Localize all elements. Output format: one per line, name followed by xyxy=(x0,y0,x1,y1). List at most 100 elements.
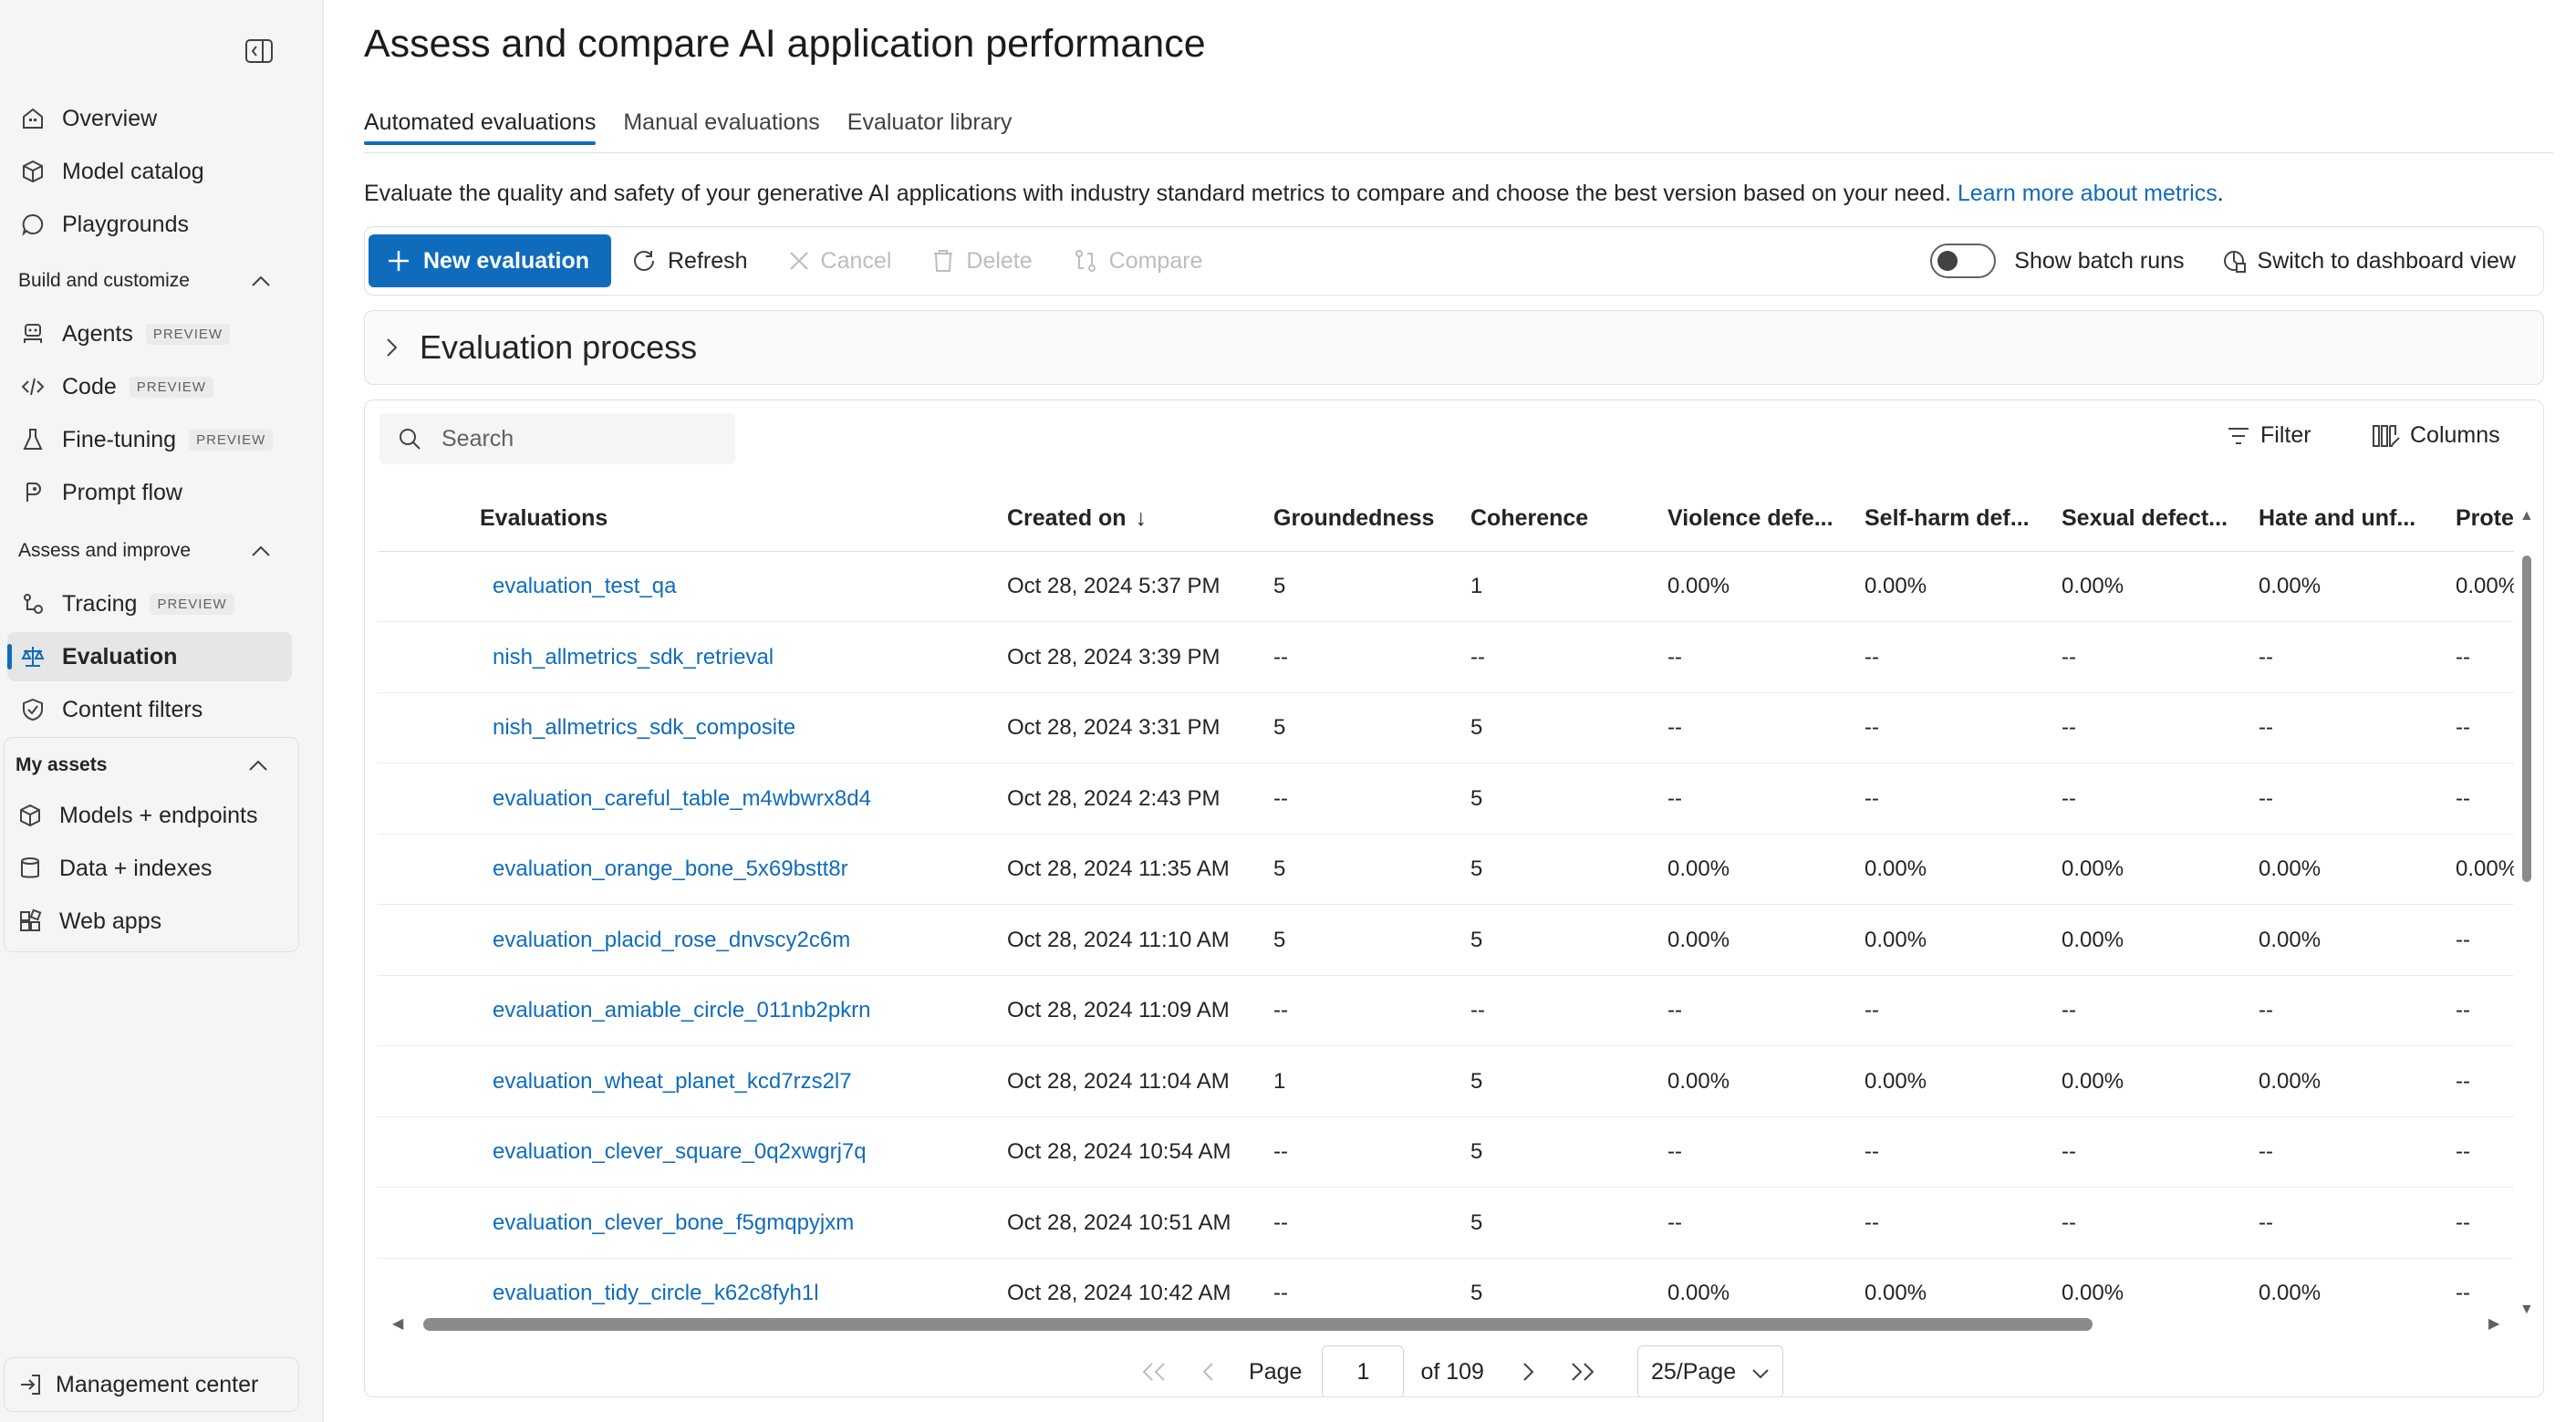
delete-button[interactable]: Delete xyxy=(911,234,1052,287)
cell-evaluation-name[interactable]: evaluation_clever_bone_f5gmqpyjxm xyxy=(480,1210,1007,1236)
sidebar-item-code[interactable]: Code PREVIEW xyxy=(7,362,292,411)
chevron-up-icon[interactable] xyxy=(248,268,274,294)
table-row[interactable]: evaluation_wheat_planet_kcd7rzs2l7 Oct 28… xyxy=(378,1047,2514,1117)
column-header-sexual[interactable]: Sexual defect... xyxy=(2062,505,2259,532)
cell-protected: -- xyxy=(2456,715,2470,740)
sidebar-item-label: Content filters xyxy=(62,696,203,722)
columns-button[interactable]: Columns xyxy=(2372,422,2500,449)
cell-evaluation-name[interactable]: nish_allmetrics_sdk_retrieval xyxy=(480,645,1007,670)
cell-coherence: 5 xyxy=(1470,1139,1483,1164)
filter-button[interactable]: Filter xyxy=(2226,422,2311,449)
page-number-input[interactable]: 1 xyxy=(1322,1345,1405,1396)
sidebar-item-overview[interactable]: Overview xyxy=(7,94,292,143)
cell-evaluation-name[interactable]: evaluation_tidy_circle_k62c8fyh1l xyxy=(480,1281,1007,1306)
sidebar-item-label: Code xyxy=(62,373,117,400)
evaluation-link[interactable]: evaluation_careful_table_m4wbwrx8d4 xyxy=(493,786,871,811)
cell-evaluation-name[interactable]: evaluation_wheat_planet_kcd7rzs2l7 xyxy=(480,1069,1007,1095)
refresh-button[interactable]: Refresh xyxy=(611,234,768,287)
sidebar-item-models-endpoints[interactable]: Models + endpoints xyxy=(5,791,289,840)
table-row[interactable]: evaluation_amiable_circle_011nb2pkrn Oct … xyxy=(378,976,2514,1046)
column-header-evaluations[interactable]: Evaluations xyxy=(480,505,1007,532)
cancel-button[interactable]: Cancel xyxy=(768,234,912,287)
next-page-icon[interactable] xyxy=(1501,1345,1555,1396)
management-center-link[interactable]: Management center xyxy=(4,1357,299,1412)
chevron-up-icon[interactable] xyxy=(245,753,271,778)
horizontal-scrollbar[interactable]: ◀ ▶ xyxy=(392,1313,2527,1334)
scroll-right-icon[interactable]: ▶ xyxy=(2488,1314,2499,1333)
vertical-scroll-thumb[interactable] xyxy=(2522,555,2531,882)
tab-manual-evaluations[interactable]: Manual evaluations xyxy=(623,109,819,145)
table-row[interactable]: evaluation_orange_bone_5x69bstt8r Oct 28,… xyxy=(378,835,2514,905)
sidebar-item-prompt-flow[interactable]: Prompt flow xyxy=(7,468,292,517)
switch-dashboard-button[interactable]: Switch to dashboard view xyxy=(2221,234,2540,287)
new-evaluation-button[interactable]: New evaluation xyxy=(369,234,611,287)
cell-coherence: 5 xyxy=(1470,927,1483,952)
evaluation-link[interactable]: evaluation_amiable_circle_011nb2pkrn xyxy=(493,998,871,1022)
table-row[interactable]: evaluation_tidy_circle_k62c8fyh1l Oct 28,… xyxy=(378,1259,2514,1318)
evaluation-link[interactable]: evaluation_placid_rose_dnvscy2c6m xyxy=(493,928,850,952)
sidebar-item-fine-tuning[interactable]: Fine-tuning PREVIEW xyxy=(7,415,292,464)
cell-evaluation-name[interactable]: nish_allmetrics_sdk_composite xyxy=(480,715,1007,741)
column-header-coherence[interactable]: Coherence xyxy=(1470,505,1667,532)
page-size-select[interactable]: 25/Page xyxy=(1636,1345,1783,1396)
column-header-created-on[interactable]: Created on ↓ xyxy=(1007,505,1273,532)
evaluation-link[interactable]: evaluation_wheat_planet_kcd7rzs2l7 xyxy=(493,1069,852,1094)
sidebar-item-content-filters[interactable]: Content filters xyxy=(7,685,292,734)
sidebar-collapse-icon[interactable] xyxy=(241,36,277,66)
section-my-assets[interactable]: My assets xyxy=(16,747,271,784)
column-header-groundedness[interactable]: Groundedness xyxy=(1273,505,1470,532)
first-page-icon[interactable] xyxy=(1127,1345,1181,1396)
table-row[interactable]: nish_allmetrics_sdk_retrieval Oct 28, 202… xyxy=(378,623,2514,693)
page-size-value: 25/Page xyxy=(1650,1358,1737,1385)
cell-evaluation-name[interactable]: evaluation_orange_bone_5x69bstt8r xyxy=(480,856,1007,882)
table-row[interactable]: evaluation_test_qa Oct 28, 2024 5:37 PM 5 1… xyxy=(378,552,2514,622)
sidebar-item-playgrounds[interactable]: Playgrounds xyxy=(7,200,292,249)
table-row[interactable]: nish_allmetrics_sdk_composite Oct 28, 202… xyxy=(378,693,2514,763)
section-build-and-customize[interactable]: Build and customize xyxy=(18,263,274,299)
evaluation-process-expander[interactable]: Evaluation process xyxy=(364,310,2544,385)
table-row[interactable]: evaluation_placid_rose_dnvscy2c6m Oct 28,… xyxy=(378,906,2514,976)
sidebar-item-tracing[interactable]: Tracing PREVIEW xyxy=(7,579,292,628)
cell-evaluation-name[interactable]: evaluation_test_qa xyxy=(480,574,1007,599)
tab-automated-evaluations[interactable]: Automated evaluations xyxy=(364,109,597,145)
evaluation-link[interactable]: nish_allmetrics_sdk_composite xyxy=(493,715,795,740)
learn-more-link[interactable]: Learn more about metrics xyxy=(1958,181,2218,206)
cell-coherence: 5 xyxy=(1470,1281,1483,1305)
sidebar-item-evaluation[interactable]: Evaluation xyxy=(7,632,292,681)
compare-button[interactable]: Compare xyxy=(1053,234,1223,287)
evaluation-link[interactable]: nish_allmetrics_sdk_retrieval xyxy=(493,645,774,669)
chevron-up-icon[interactable] xyxy=(248,538,274,564)
cell-sexual: 0.00% xyxy=(2062,1068,2124,1094)
evaluation-link[interactable]: evaluation_tidy_circle_k62c8fyh1l xyxy=(493,1281,819,1305)
sidebar-item-web-apps[interactable]: Web apps xyxy=(5,897,289,946)
sidebar-item-data-indexes[interactable]: Data + indexes xyxy=(5,844,289,893)
sidebar-item-model-catalog[interactable]: Model catalog xyxy=(7,147,292,196)
cell-evaluation-name[interactable]: evaluation_amiable_circle_011nb2pkrn xyxy=(480,998,1007,1023)
horizontal-scroll-thumb[interactable] xyxy=(423,1318,2093,1331)
evaluation-link[interactable]: evaluation_orange_bone_5x69bstt8r xyxy=(493,856,848,881)
sidebar-item-agents[interactable]: Agents PREVIEW xyxy=(7,309,292,358)
column-header-violence[interactable]: Violence defe... xyxy=(1667,505,1864,532)
scroll-left-icon[interactable]: ◀ xyxy=(392,1314,403,1333)
show-batch-runs-toggle[interactable] xyxy=(1930,244,1997,278)
last-page-icon[interactable] xyxy=(1555,1345,1610,1396)
evaluation-link[interactable]: evaluation_clever_square_0q2xwgrj7q xyxy=(493,1139,867,1164)
column-header-protected[interactable]: Protec xyxy=(2456,505,2514,532)
evaluation-link[interactable]: evaluation_clever_bone_f5gmqpyjxm xyxy=(493,1210,854,1235)
scroll-up-icon[interactable]: ▲ xyxy=(2519,508,2534,524)
cell-evaluation-name[interactable]: evaluation_clever_square_0q2xwgrj7q xyxy=(480,1139,1007,1165)
section-assess-and-improve[interactable]: Assess and improve xyxy=(18,533,274,569)
table-row[interactable]: evaluation_careful_table_m4wbwrx8d4 Oct 2… xyxy=(378,764,2514,835)
previous-page-icon[interactable] xyxy=(1181,1345,1236,1396)
table-row[interactable]: evaluation_clever_bone_f5gmqpyjxm Oct 28,… xyxy=(378,1188,2514,1259)
tracing-icon xyxy=(18,589,47,618)
evaluation-link[interactable]: evaluation_test_qa xyxy=(493,574,677,598)
search-input[interactable]: Search xyxy=(379,413,735,464)
cell-evaluation-name[interactable]: evaluation_careful_table_m4wbwrx8d4 xyxy=(480,786,1007,812)
tab-evaluator-library[interactable]: Evaluator library xyxy=(847,109,1013,145)
column-header-hate[interactable]: Hate and unf... xyxy=(2259,505,2456,532)
vertical-scrollbar[interactable]: ▲ ▼ xyxy=(2519,508,2534,1317)
cell-evaluation-name[interactable]: evaluation_placid_rose_dnvscy2c6m xyxy=(480,928,1007,953)
table-row[interactable]: evaluation_clever_square_0q2xwgrj7q Oct 2… xyxy=(378,1117,2514,1188)
column-header-self-harm[interactable]: Self-harm def... xyxy=(1864,505,2062,532)
